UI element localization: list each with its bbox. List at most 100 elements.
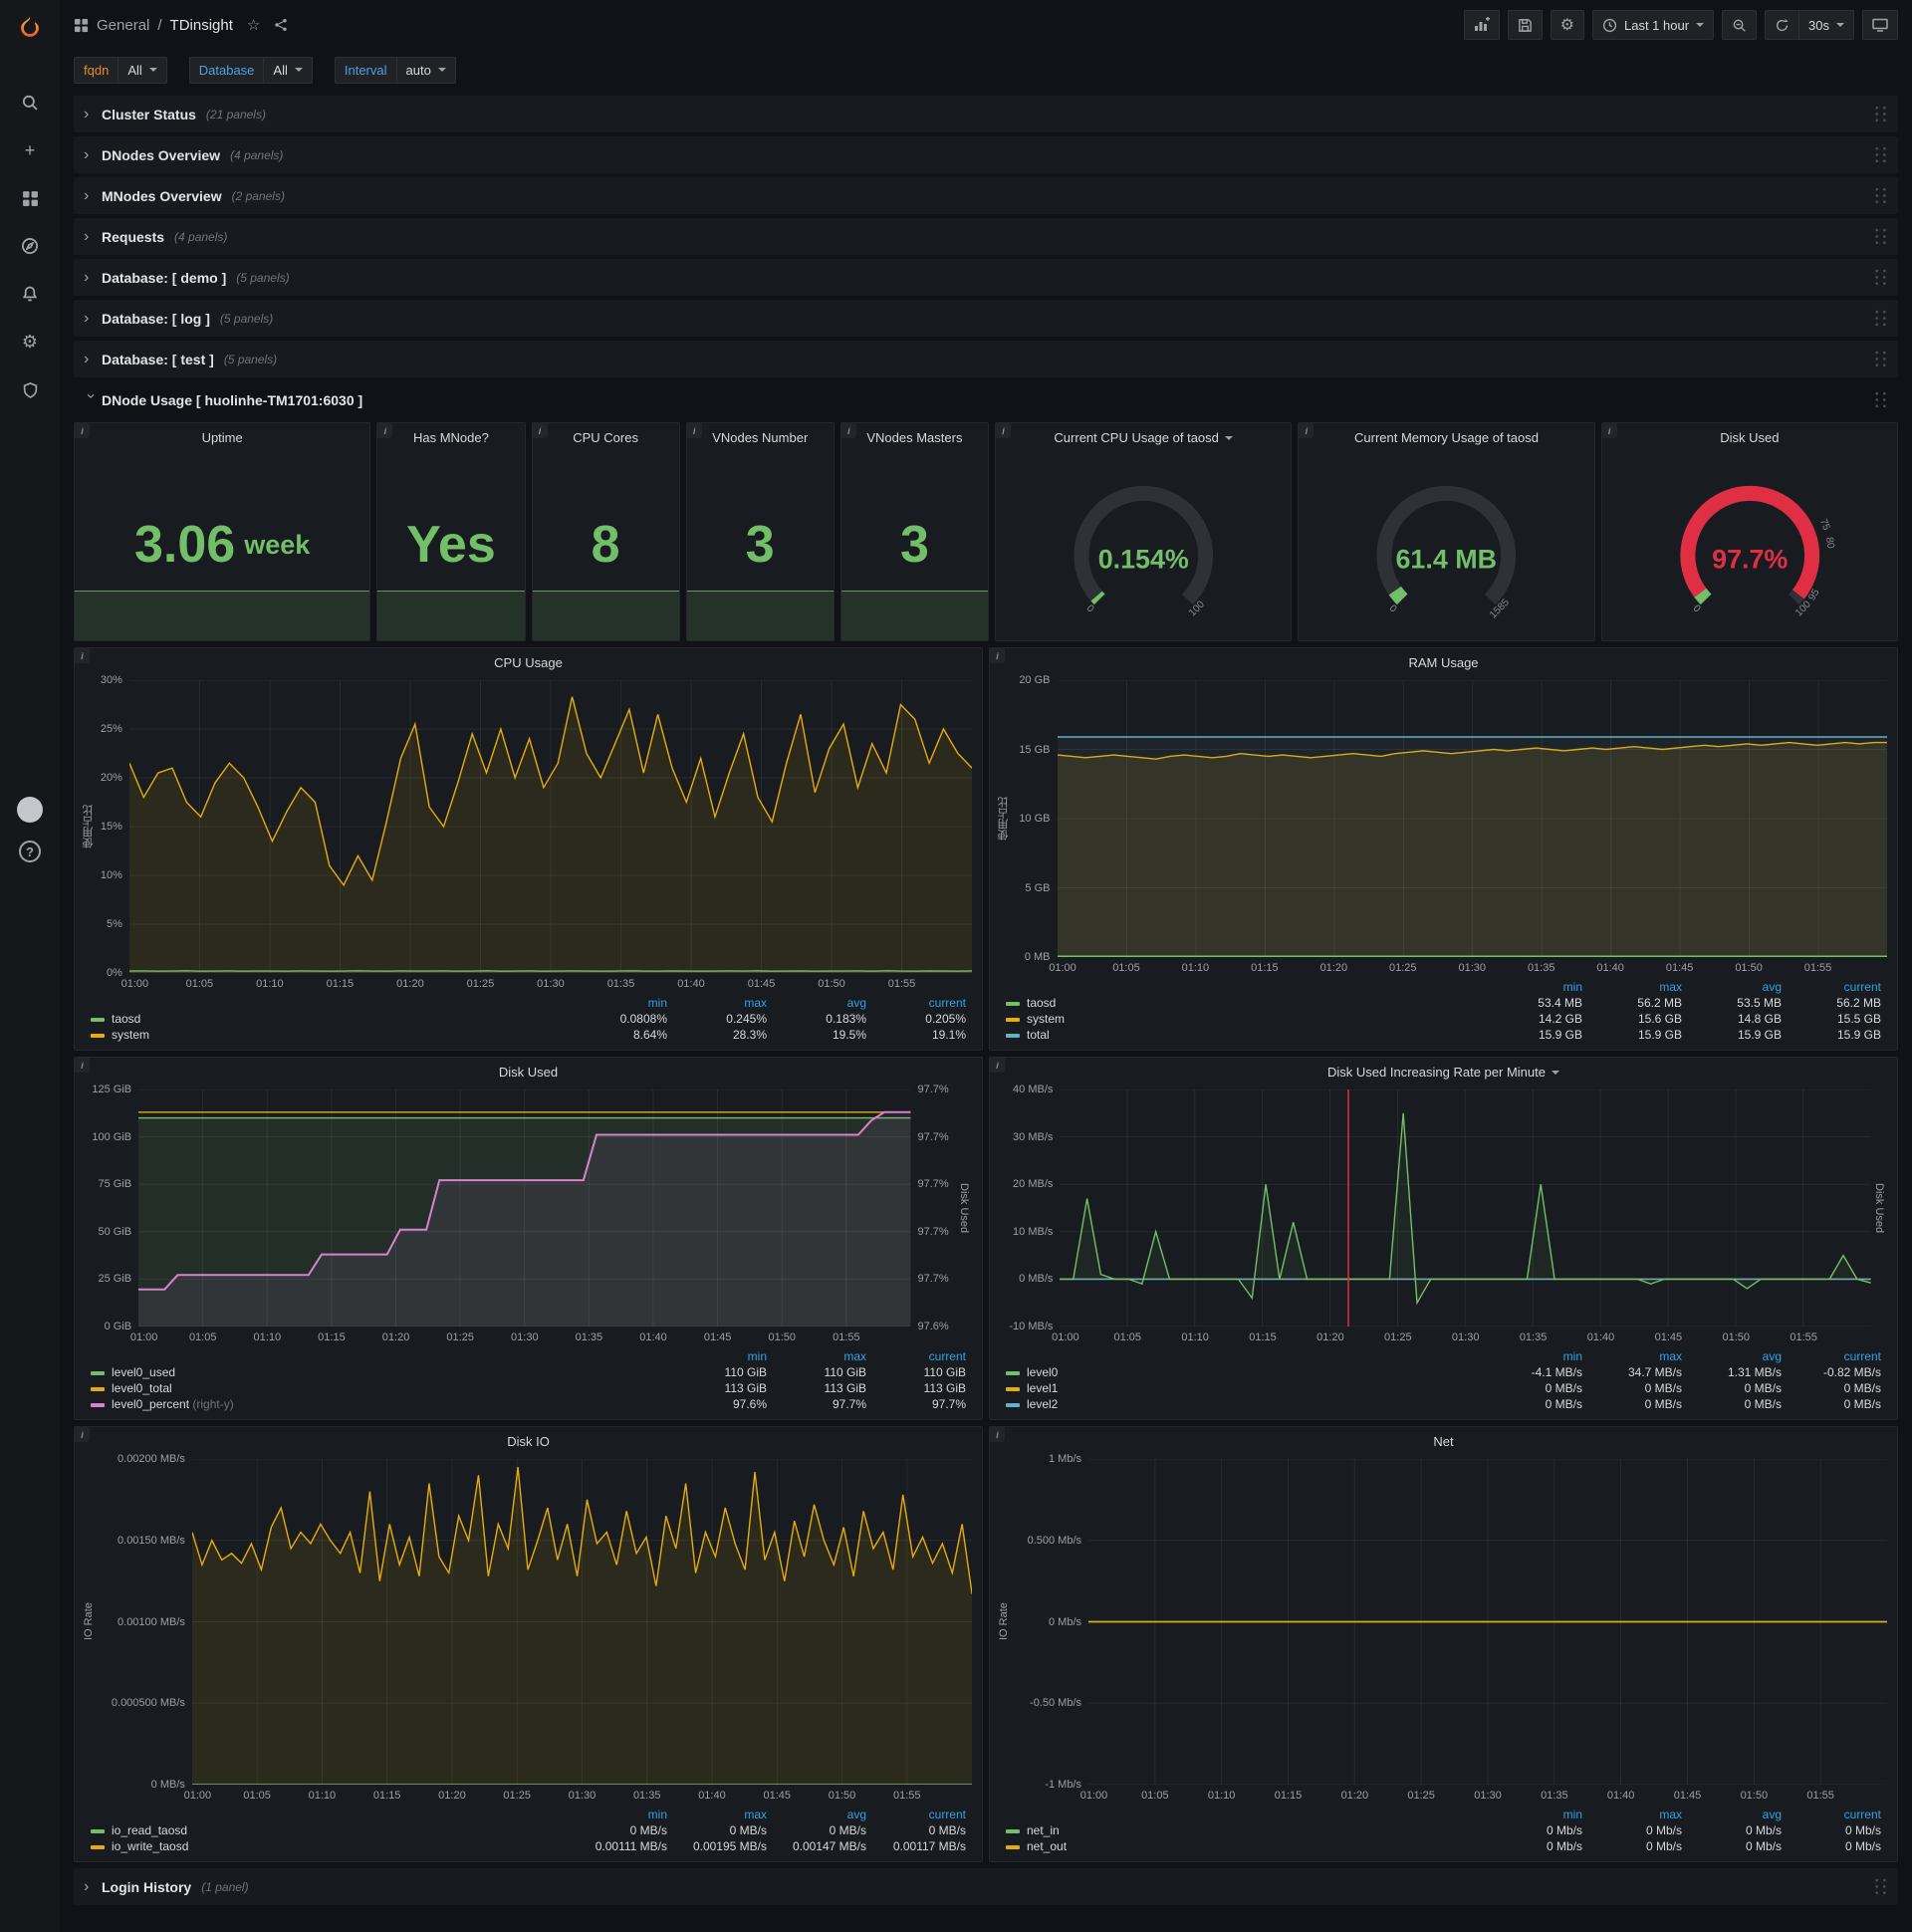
panel-title[interactable]: CPU Usage bbox=[75, 648, 982, 674]
legend-color-swatch[interactable] bbox=[1006, 1828, 1020, 1833]
explore-compass-icon[interactable] bbox=[19, 235, 41, 257]
legend-series-label[interactable]: level2 bbox=[1027, 1397, 1058, 1411]
plot-area[interactable] bbox=[1060, 1089, 1871, 1327]
row-drag-handle[interactable] bbox=[1873, 105, 1888, 123]
row-drag-handle[interactable] bbox=[1873, 309, 1888, 328]
legend-color-swatch[interactable] bbox=[1006, 1033, 1020, 1038]
breadcrumb-folder[interactable]: General bbox=[97, 17, 149, 34]
panel-title[interactable]: Current CPU Usage of taosd bbox=[996, 423, 1291, 449]
panel-title[interactable]: Disk Used Increasing Rate per Minute bbox=[990, 1058, 1897, 1084]
star-icon[interactable]: ☆ bbox=[247, 16, 260, 34]
row-database-test[interactable]: › Database: [ test ] (5 panels) bbox=[74, 341, 1898, 377]
panel-info-icon[interactable]: i bbox=[75, 1427, 90, 1442]
disk-rate-chart[interactable]: -10 MB/s 0 MB/s 10 MB/s 20 MB/s 30 MB/s 40 MB… bbox=[990, 1084, 1897, 1346]
legend-sort-header[interactable]: min bbox=[574, 1807, 673, 1822]
legend-sort-header[interactable]: max bbox=[773, 1348, 872, 1364]
net-chart[interactable]: IO Rate -1 Mb/s -0.50 Mb/s 0 Mb/s 0.500 Mb/s… bbox=[990, 1453, 1897, 1805]
row-drag-handle[interactable] bbox=[1873, 350, 1888, 368]
row-drag-handle[interactable] bbox=[1873, 268, 1888, 287]
server-admin-shield-icon[interactable] bbox=[19, 378, 41, 400]
legend-sort-header[interactable]: current bbox=[872, 1348, 972, 1364]
zoom-out-button[interactable] bbox=[1722, 10, 1758, 40]
legend-color-swatch[interactable] bbox=[91, 1033, 105, 1038]
legend-color-swatch[interactable] bbox=[1006, 1844, 1020, 1849]
panel-title[interactable]: Has MNode? bbox=[377, 423, 524, 449]
grafana-logo[interactable] bbox=[15, 14, 45, 44]
legend-sort-header[interactable]: current bbox=[1788, 1807, 1887, 1822]
legend-color-swatch[interactable] bbox=[1006, 1370, 1020, 1375]
legend-sort-header[interactable]: max bbox=[1588, 979, 1688, 995]
cycle-view-button[interactable] bbox=[1862, 10, 1898, 40]
refresh-button[interactable] bbox=[1765, 10, 1800, 40]
panel-info-icon[interactable]: i bbox=[1601, 423, 1617, 438]
row-drag-handle[interactable] bbox=[1873, 145, 1888, 164]
legend-color-swatch[interactable] bbox=[1006, 1386, 1020, 1391]
panel-title[interactable]: RAM Usage bbox=[990, 648, 1897, 674]
panel-title[interactable]: Disk Used bbox=[1602, 423, 1897, 449]
row-dnodes-overview[interactable]: › DNodes Overview (4 panels) bbox=[74, 136, 1898, 173]
legend-series-label[interactable]: taosd bbox=[1027, 996, 1056, 1010]
panel-title[interactable]: VNodes Number bbox=[687, 423, 834, 449]
panel-info-icon[interactable]: i bbox=[75, 423, 90, 438]
legend-sort-header[interactable]: max bbox=[1588, 1348, 1688, 1364]
legend-sort-header[interactable]: max bbox=[673, 1807, 773, 1822]
time-picker-button[interactable]: Last 1 hour bbox=[1591, 10, 1715, 40]
legend-color-swatch[interactable] bbox=[91, 1844, 105, 1849]
plot-area[interactable] bbox=[138, 1089, 911, 1327]
legend-series-label[interactable]: level0 bbox=[1027, 1365, 1058, 1379]
cpu-usage-chart[interactable]: 使用占比 0% 5% 10% 15% 20% 25% 30% 01:00 01:05 01:10 01… bbox=[75, 674, 982, 993]
plot-area[interactable] bbox=[1088, 1459, 1887, 1785]
panel-info-icon[interactable]: i bbox=[990, 1427, 1005, 1442]
panel-title[interactable]: Uptime bbox=[75, 423, 369, 449]
legend-color-swatch[interactable] bbox=[91, 1402, 105, 1407]
alerting-bell-icon[interactable] bbox=[19, 283, 41, 305]
panel-title[interactable]: Disk IO bbox=[75, 1427, 982, 1453]
variable-interval[interactable]: Interval auto bbox=[334, 56, 456, 84]
share-icon[interactable] bbox=[274, 18, 288, 32]
help-icon[interactable]: ? bbox=[19, 841, 41, 862]
panel-title[interactable]: Net bbox=[990, 1427, 1897, 1453]
legend-series-label[interactable]: system bbox=[1027, 1012, 1065, 1026]
legend-sort-header[interactable]: current bbox=[872, 1807, 972, 1822]
row-cluster-status[interactable]: › Cluster Status (21 panels) bbox=[74, 96, 1898, 132]
ram-usage-chart[interactable]: 使用占比 0 MB 5 GB 10 GB 15 GB 20 GB 01:00 01:05 01:… bbox=[990, 674, 1897, 977]
row-drag-handle[interactable] bbox=[1873, 1877, 1888, 1896]
legend-color-swatch[interactable] bbox=[91, 1386, 105, 1391]
dashboards-icon[interactable] bbox=[19, 187, 41, 209]
plot-area[interactable] bbox=[191, 1459, 972, 1785]
panel-info-icon[interactable]: i bbox=[996, 423, 1011, 438]
user-avatar[interactable] bbox=[17, 797, 43, 823]
row-requests[interactable]: › Requests (4 panels) bbox=[74, 218, 1898, 255]
legend-series-label[interactable]: system bbox=[112, 1028, 149, 1042]
legend-sort-header[interactable]: max bbox=[1588, 1807, 1688, 1822]
disk-io-chart[interactable]: IO Rate 0 MB/s 0.000500 MB/s 0.00100 MB/s 0.… bbox=[75, 1453, 982, 1805]
panel-title[interactable]: CPU Cores bbox=[533, 423, 679, 449]
legend-series-label[interactable]: level1 bbox=[1027, 1381, 1058, 1395]
legend-series-label[interactable]: net_in bbox=[1027, 1823, 1060, 1837]
legend-sort-header[interactable]: avg bbox=[773, 995, 872, 1011]
refresh-interval-dropdown[interactable]: 30s bbox=[1799, 10, 1854, 40]
panel-title[interactable]: Current Memory Usage of taosd bbox=[1299, 423, 1593, 449]
row-database-log[interactable]: › Database: [ log ] (5 panels) bbox=[74, 300, 1898, 337]
legend-sort-header[interactable]: avg bbox=[1688, 979, 1788, 995]
row-drag-handle[interactable] bbox=[1873, 186, 1888, 205]
legend-color-swatch[interactable] bbox=[91, 1370, 105, 1375]
row-login-history[interactable]: › Login History (1 panel) bbox=[74, 1868, 1898, 1905]
panel-info-icon[interactable]: i bbox=[75, 1058, 90, 1073]
legend-series-label[interactable]: io_write_taosd bbox=[112, 1839, 188, 1853]
panel-info-icon[interactable]: i bbox=[75, 648, 90, 663]
legend-sort-header[interactable]: min bbox=[1489, 1348, 1588, 1364]
legend-sort-header[interactable]: current bbox=[1788, 1348, 1887, 1364]
legend-series-label[interactable]: level0_percent bbox=[112, 1397, 189, 1411]
legend-sort-header[interactable]: avg bbox=[1688, 1348, 1788, 1364]
plot-area[interactable] bbox=[128, 680, 972, 973]
row-dnode-usage[interactable]: › DNode Usage [ huolinhe-TM1701:6030 ] bbox=[74, 381, 1898, 418]
legend-series-label[interactable]: level0_used bbox=[112, 1365, 175, 1379]
legend-sort-header[interactable]: min bbox=[1489, 979, 1588, 995]
configuration-gear-icon[interactable]: ⚙ bbox=[19, 331, 41, 353]
panel-info-icon[interactable]: i bbox=[990, 648, 1005, 663]
legend-sort-header[interactable]: max bbox=[673, 995, 773, 1011]
legend-sort-header[interactable]: avg bbox=[1688, 1807, 1788, 1822]
legend-sort-header[interactable]: avg bbox=[773, 1807, 872, 1822]
search-icon[interactable] bbox=[19, 92, 41, 114]
